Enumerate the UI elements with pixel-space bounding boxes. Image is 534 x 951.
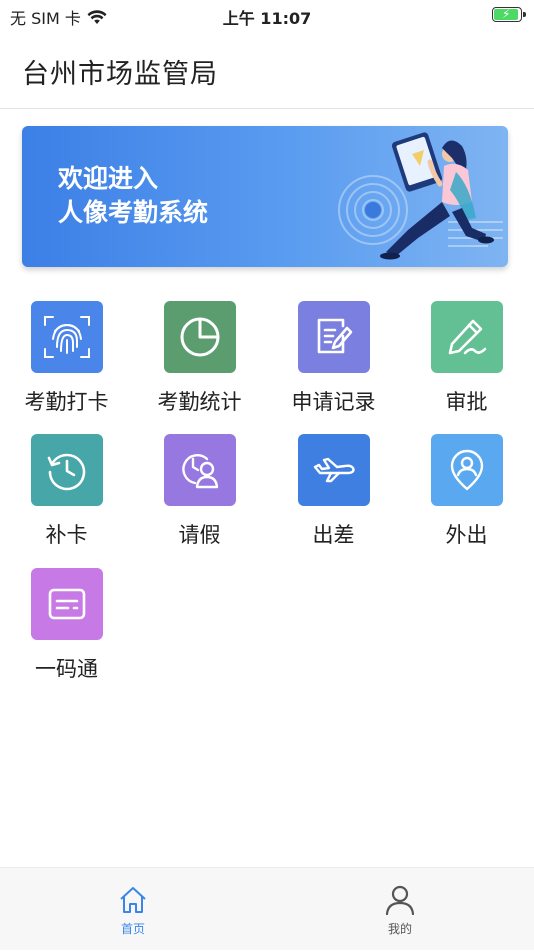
- grid-item-attendance-stats[interactable]: 考勤统计: [133, 300, 266, 420]
- home-icon: [120, 887, 146, 913]
- location-person-tile[interactable]: [431, 434, 503, 506]
- fingerprint-icon: [44, 316, 90, 358]
- location-person-icon: [450, 449, 484, 491]
- banner-text: 欢迎进入 人像考勤系统: [58, 162, 208, 230]
- edit-note-icon: [317, 318, 353, 354]
- card-tile[interactable]: [31, 568, 103, 640]
- history-clock-tile[interactable]: [31, 434, 103, 506]
- grid-item-attendance-checkin[interactable]: 考勤打卡: [0, 300, 133, 420]
- grid-item-label: 外出: [445, 523, 488, 547]
- user-icon: [385, 885, 415, 915]
- grid-item-label: 补卡: [45, 523, 88, 547]
- tab-mine-label: 我的: [387, 922, 412, 936]
- grid-item-label: 一码通: [35, 657, 98, 681]
- status-bar: 无 SIM 卡 上午 11:07 ⚡: [0, 0, 534, 30]
- pie-chart-tile[interactable]: [164, 301, 236, 373]
- pen-icon: [448, 319, 487, 355]
- fingerprint-tile[interactable]: [31, 301, 103, 373]
- history-clock-icon: [47, 453, 86, 491]
- card-icon: [48, 588, 86, 620]
- airplane-icon: [313, 457, 355, 483]
- airplane-tile[interactable]: [298, 434, 370, 506]
- pie-chart-icon: [180, 317, 220, 357]
- grid-item-one-code-pass[interactable]: 一码通: [0, 567, 133, 687]
- edit-note-tile[interactable]: [298, 301, 370, 373]
- battery-icon: ⚡: [492, 7, 526, 22]
- tab-mine[interactable]: 我的: [335, 868, 465, 951]
- status-time: 上午 11:07: [222, 9, 312, 28]
- page-title: 台州市场监管局: [22, 59, 218, 90]
- banner-illustration: [338, 132, 503, 260]
- bottom-tab-bar: 首页 我的: [0, 867, 534, 950]
- grid-item-label: 考勤打卡: [24, 390, 109, 414]
- grid-item-business-trip[interactable]: 出差: [267, 433, 400, 553]
- person-clock-tile[interactable]: [164, 434, 236, 506]
- grid-item-label: 请假: [178, 523, 221, 547]
- grid-item-application-records[interactable]: 申请记录: [267, 300, 400, 420]
- welcome-banner: 欢迎进入 人像考勤系统: [22, 126, 508, 267]
- person-clock-icon: [182, 454, 219, 489]
- grid-item-go-out[interactable]: 外出: [400, 433, 533, 553]
- grid-item-label: 出差: [312, 523, 355, 547]
- grid-item-label: 申请记录: [291, 390, 376, 414]
- tab-home-label: 首页: [120, 922, 145, 936]
- grid-item-label: 考勤统计: [157, 390, 242, 414]
- grid-item-make-up-punch[interactable]: 补卡: [0, 433, 133, 553]
- app-header: 台州市场监管局: [0, 30, 534, 109]
- banner-line2: 人像考勤系统: [58, 198, 209, 227]
- banner-line1: 欢迎进入: [58, 164, 159, 193]
- grid-item-approval[interactable]: 审批: [400, 300, 533, 420]
- tab-home[interactable]: 首页: [68, 868, 198, 951]
- grid-item-leave[interactable]: 请假: [133, 433, 266, 553]
- grid-item-label: 审批: [445, 390, 488, 414]
- pen-tile[interactable]: [431, 301, 503, 373]
